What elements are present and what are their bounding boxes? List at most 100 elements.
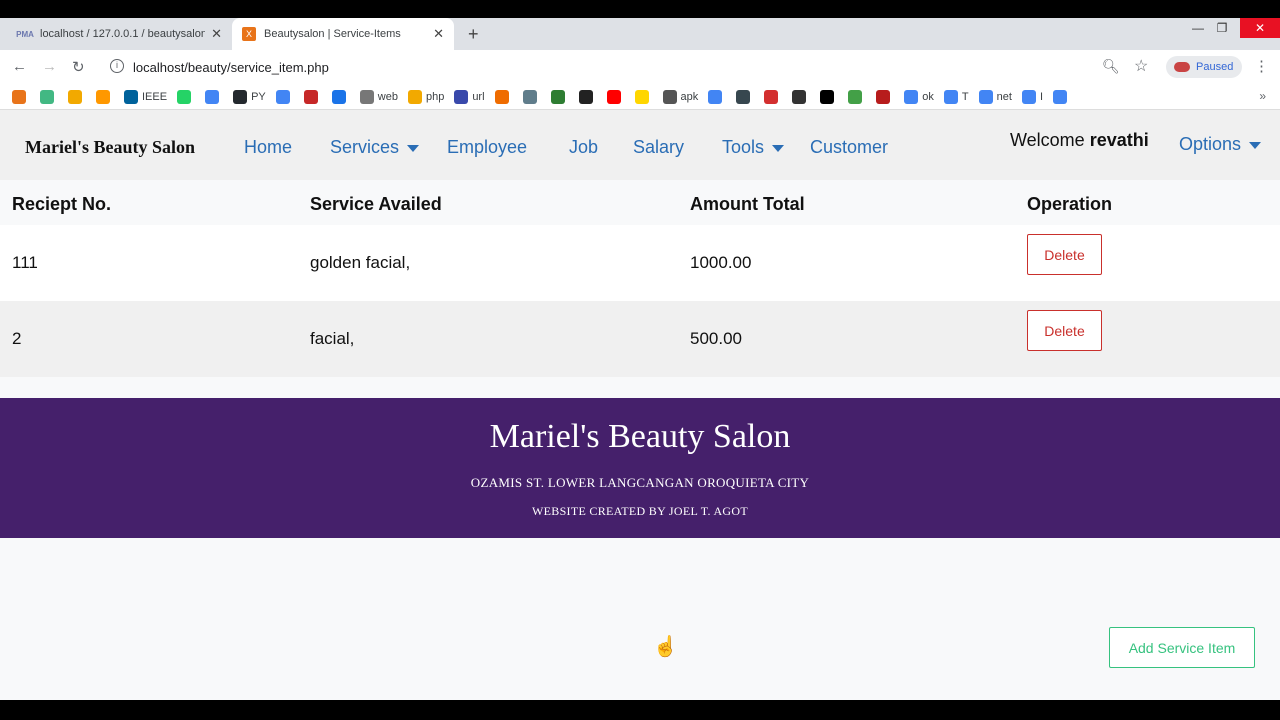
phpmyadmin-icon: PMA [16, 29, 34, 39]
bookmark-favicon-icon [848, 89, 863, 104]
bookmark-item[interactable] [12, 89, 30, 104]
bookmark-item[interactable]: php [407, 89, 444, 104]
service-cell: facial, [310, 329, 355, 348]
info-icon[interactable]: i [110, 59, 124, 73]
bookmark-label: web [377, 90, 398, 103]
nav-tools-label: Tools [722, 137, 765, 157]
bookmark-item[interactable] [1053, 89, 1071, 104]
bookmark-item[interactable]: url [454, 89, 485, 104]
bookmark-item[interactable] [275, 89, 294, 104]
caret-down-icon [1249, 141, 1262, 149]
more-bookmarks-icon[interactable]: » [1259, 89, 1266, 103]
nav-home[interactable]: Home [244, 137, 292, 158]
bookmark-label: url [472, 90, 485, 103]
bookmark-item[interactable] [303, 89, 322, 104]
url-field[interactable]: localhost/beauty/service_item.php [133, 60, 329, 75]
bookmark-favicon-icon [550, 89, 565, 104]
bookmark-favicon-icon [275, 89, 290, 104]
window-close-icon[interactable]: ✕ [1240, 18, 1280, 38]
bookmark-favicon-icon [764, 89, 779, 104]
header-receipt: Reciept No. [12, 194, 112, 214]
close-icon[interactable]: ✕ [433, 26, 444, 42]
bookmark-item[interactable] [40, 89, 58, 104]
bookmark-item[interactable]: T [943, 89, 969, 104]
bookmark-item[interactable] [68, 89, 86, 104]
nav-customer[interactable]: Customer [810, 137, 888, 158]
bookmark-label: PY [251, 90, 266, 103]
bookmark-favicon-icon [820, 89, 835, 104]
bookmark-item[interactable] [736, 89, 754, 104]
bookmark-item[interactable]: I [1021, 89, 1043, 104]
back-arrow-icon[interactable]: ← [12, 58, 27, 75]
nav-salary[interactable]: Salary [633, 137, 684, 158]
bookmark-item[interactable] [848, 89, 866, 104]
bookmark-item[interactable] [792, 89, 810, 104]
bookmark-favicon-icon [662, 89, 677, 104]
avatar [1174, 62, 1190, 72]
bookmark-item[interactable] [550, 89, 569, 104]
bookmark-star-icon[interactable]: ☆ [1134, 56, 1148, 76]
nav-services[interactable]: Services [330, 137, 420, 158]
bookmark-item[interactable] [96, 89, 114, 104]
bookmark-label: ok [922, 90, 934, 103]
header-amount: Amount Total [690, 194, 805, 214]
bookmark-favicon-icon [454, 89, 469, 104]
tab-service-items[interactable]: X Beautysalon | Service-Items ✕ [232, 18, 454, 50]
bookmark-item[interactable]: PY [233, 89, 266, 104]
bookmark-item[interactable] [820, 89, 838, 104]
tab-phpmyadmin[interactable]: PMA localhost / 127.0.0.1 / beautysalon … [8, 18, 232, 50]
restore-icon[interactable]: ❐ [1204, 18, 1240, 38]
table-row: 2 facial, 500.00 Delete [0, 301, 1280, 377]
close-icon[interactable]: ✕ [211, 26, 222, 42]
bookmark-favicon-icon [124, 89, 138, 104]
bookmark-favicon-icon [606, 89, 621, 104]
bookmark-item[interactable] [494, 89, 513, 104]
bookmark-item[interactable] [634, 89, 653, 104]
tab-title: Beautysalon | Service-Items [264, 28, 401, 40]
menu-dots-icon[interactable]: ⋮ [1254, 57, 1269, 75]
delete-button[interactable]: Delete [1027, 310, 1102, 351]
bookmark-label: IEEE [142, 90, 168, 103]
forward-arrow-icon[interactable]: → [42, 58, 57, 75]
bookmark-item[interactable]: apk [662, 89, 698, 104]
bookmark-item[interactable]: ok [904, 89, 934, 104]
bookmark-item[interactable] [876, 89, 894, 104]
bookmark-favicon-icon [96, 89, 110, 104]
nav-tools[interactable]: Tools [722, 137, 785, 158]
tab-bar: PMA localhost / 127.0.0.1 / beautysalon … [0, 18, 1280, 50]
bookmark-item[interactable]: IEEE [124, 89, 168, 104]
bookmark-item[interactable] [205, 89, 223, 104]
bookmark-item[interactable] [606, 89, 625, 104]
site-footer: Mariel's Beauty Salon OZAMIS ST. LOWER L… [0, 398, 1280, 538]
delete-button[interactable]: Delete [1027, 234, 1102, 275]
bookmark-item[interactable]: net [978, 89, 1012, 104]
bookmark-favicon-icon [407, 89, 422, 104]
bookmark-favicon-icon [359, 89, 374, 104]
bookmark-item[interactable] [522, 89, 541, 104]
zoom-icon[interactable]: 🔍︎ [1102, 58, 1120, 75]
amount-cell: 1000.00 [690, 253, 752, 272]
nav-employee[interactable]: Employee [447, 137, 527, 158]
bookmark-item[interactable] [331, 89, 350, 104]
tab-title: localhost / 127.0.0.1 / beautysalon [40, 28, 206, 40]
bookmark-item[interactable] [708, 89, 726, 104]
bookmark-item[interactable] [764, 89, 782, 104]
add-service-item-button[interactable]: Add Service Item [1109, 627, 1255, 668]
new-tab-icon[interactable]: + [468, 24, 479, 45]
welcome-prefix: Welcome [1010, 130, 1085, 150]
profile-button[interactable]: Paused [1166, 56, 1242, 78]
footer-title: Mariel's Beauty Salon [489, 418, 791, 455]
bookmark-favicon-icon [1021, 89, 1036, 104]
reload-icon[interactable]: ↻ [72, 58, 85, 76]
bookmark-item[interactable]: web [359, 89, 398, 104]
bookmark-favicon-icon [904, 89, 919, 104]
bookmark-item[interactable] [177, 89, 195, 104]
caret-down-icon [772, 144, 785, 152]
bookmark-item[interactable] [578, 89, 597, 104]
bookmark-favicon-icon [736, 89, 751, 104]
site-brand[interactable]: Mariel's Beauty Salon [25, 137, 195, 158]
bookmark-label: T [961, 90, 969, 103]
username: revathi [1089, 130, 1149, 150]
nav-options[interactable]: Options [1179, 134, 1262, 155]
nav-job[interactable]: Job [569, 137, 598, 158]
